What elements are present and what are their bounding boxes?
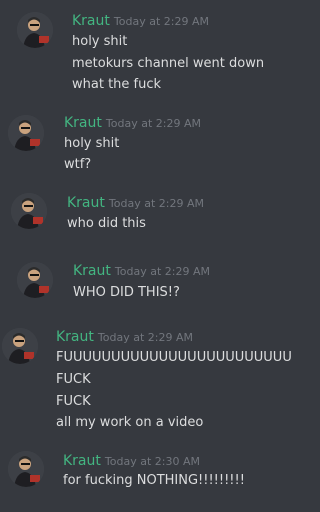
timestamp: Today at 2:30 AM [104,455,200,468]
avatar[interactable] [2,328,38,364]
timestamp: Today at 2:29 AM [113,15,209,28]
avatar[interactable] [8,451,44,487]
message-text: WHO DID THIS!? [73,285,180,300]
message-text: all my work on a video [56,415,204,430]
timestamp: Today at 2:29 AM [114,265,210,278]
author-name[interactable]: Kraut [67,195,105,211]
avatar[interactable] [11,193,47,229]
author-name[interactable]: Kraut [56,329,94,345]
message-text: wtf? [64,157,92,172]
avatar[interactable] [17,262,53,298]
timestamp: Today at 2:29 AM [97,331,193,344]
message-text: holy shit [64,136,120,151]
message-text: who did this [67,216,146,231]
timestamp: Today at 2:29 AM [108,197,204,210]
message-text: FUCK [56,372,91,387]
avatar[interactable] [8,115,44,151]
message-text: metokurs channel went down [72,56,265,71]
author-name[interactable]: Kraut [63,453,101,469]
message-text: for fucking NOTHING!!!!!!!!! [63,473,245,488]
message-text: what the fuck [72,77,162,92]
message-text: FUCK [56,394,91,409]
message-text: holy shit [72,34,128,49]
author-name[interactable]: Kraut [73,263,111,279]
message-text: FUUUUUUUUUUUUUUUUUUUUUUUUUUUUUUUU [56,350,292,365]
author-name[interactable]: Kraut [64,115,102,131]
author-name[interactable]: Kraut [72,13,110,29]
avatar[interactable] [17,12,53,48]
timestamp: Today at 2:29 AM [105,117,201,130]
